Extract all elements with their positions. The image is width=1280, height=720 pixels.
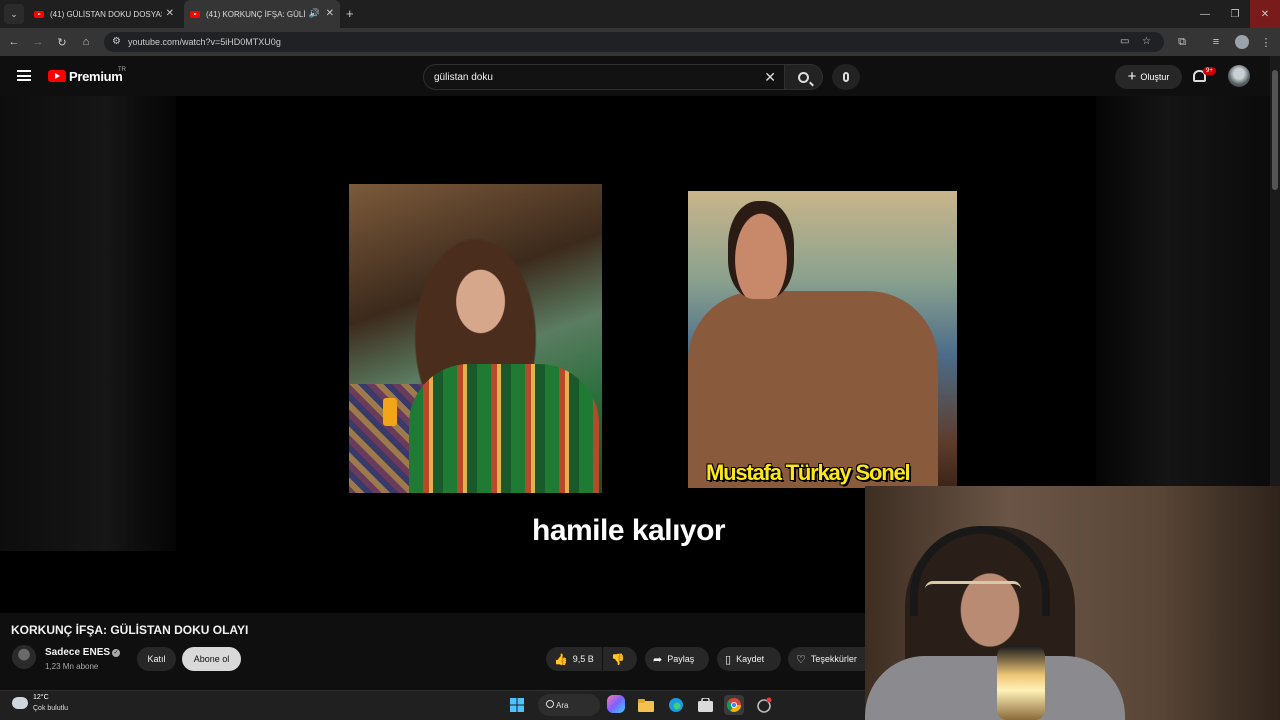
- heart-dollar-icon: ♡: [796, 653, 806, 666]
- voice-search-button[interactable]: [832, 64, 860, 90]
- scrollbar-thumb[interactable]: [1272, 70, 1278, 190]
- microphone-lamp: [997, 646, 1045, 720]
- menu-dots-icon[interactable]: ⋮: [1258, 34, 1274, 50]
- weather-temperature[interactable]: 12°C: [33, 694, 49, 701]
- youtube-logo-icon[interactable]: [48, 70, 66, 82]
- photo-name-caption: Mustafa Türkay Sonel: [706, 460, 911, 485]
- share-arrow-icon: ➦: [653, 653, 663, 666]
- man-head: [728, 201, 794, 299]
- account-avatar[interactable]: [1228, 65, 1250, 87]
- browser-tab-1[interactable]: (41) GÜLİSTAN DOKU DOSYASI ✕: [28, 0, 180, 28]
- restore-button[interactable]: ❐: [1220, 0, 1250, 28]
- join-button[interactable]: Katıl: [137, 647, 176, 671]
- close-tab-icon[interactable]: ✕: [166, 8, 174, 19]
- thanks-button[interactable]: ♡ Teşekkürler: [788, 647, 865, 671]
- thumbs-up-icon: 👍: [554, 653, 568, 666]
- create-label: Oluştur: [1140, 72, 1170, 82]
- woman-photo: [349, 184, 602, 493]
- cast-icon[interactable]: ▭: [1120, 36, 1129, 47]
- save-button[interactable]: ▯ Kaydet: [717, 647, 781, 671]
- video-subtitle: hamile kalıyor: [532, 514, 726, 547]
- reload-icon[interactable]: ↻: [54, 34, 70, 50]
- thanks-label: Teşekkürler: [810, 654, 857, 664]
- clear-search-icon[interactable]: ✕: [764, 69, 776, 86]
- reading-list-icon[interactable]: ≡: [1208, 34, 1224, 50]
- hamburger-menu-icon[interactable]: [17, 70, 31, 81]
- file-explorer-icon[interactable]: [636, 695, 656, 715]
- search-input-value[interactable]: gülistan doku: [434, 72, 493, 83]
- cloudy-weather-icon[interactable]: [12, 697, 28, 709]
- grey-shirt: [865, 656, 1125, 720]
- patterned-sweater: [409, 364, 599, 493]
- search-icon: [798, 71, 809, 83]
- juice-glass: [383, 398, 397, 426]
- taskbar-search[interactable]: Ara: [538, 694, 600, 716]
- notification-badge: 9+: [1203, 67, 1216, 75]
- verified-check-icon: ✓: [112, 649, 120, 657]
- close-window-button[interactable]: ✕: [1250, 0, 1280, 28]
- subscribe-button[interactable]: Abone ol: [182, 647, 241, 671]
- app-with-notification-icon[interactable]: [754, 695, 774, 715]
- save-label: Kaydet: [736, 654, 765, 664]
- youtube-favicon-icon: [34, 10, 44, 18]
- copilot-icon[interactable]: [607, 695, 625, 713]
- subscriber-count: 1,23 Mn abone: [45, 662, 99, 671]
- microphone-icon: [843, 72, 849, 82]
- webcam-overlay: [865, 486, 1280, 720]
- video-title: KORKUNÇ İFŞA: GÜLİSTAN DOKU OLAYI: [11, 623, 249, 637]
- youtube-header: Premium TR gülistan doku ✕ + Oluştur 9+: [0, 56, 1270, 96]
- plus-icon: +: [1127, 68, 1137, 85]
- speaker-icon[interactable]: 🔊: [309, 8, 320, 19]
- bookmark-icon: ▯: [725, 653, 732, 666]
- back-icon[interactable]: ←: [6, 34, 22, 50]
- chrome-icon[interactable]: [724, 695, 744, 715]
- new-tab-icon[interactable]: +: [346, 6, 354, 21]
- video-blurred-background-right: [1096, 96, 1270, 551]
- minimize-button[interactable]: —: [1190, 0, 1220, 28]
- home-icon[interactable]: ⌂: [78, 34, 94, 50]
- man-photo: [688, 191, 957, 488]
- tab-title: (41) KORKUNÇ İFŞA: GÜLİSTAN DOKU OLAYI: [206, 9, 306, 19]
- youtube-premium-logo[interactable]: Premium: [69, 69, 123, 84]
- video-blurred-background-left: [0, 96, 176, 551]
- channel-avatar[interactable]: [12, 645, 36, 669]
- extensions-icon[interactable]: ⧉: [1174, 34, 1190, 50]
- tab-title: (41) GÜLİSTAN DOKU DOSYASI: [50, 9, 162, 19]
- tab-search-icon[interactable]: ⌄: [4, 4, 24, 24]
- brown-tshirt: [688, 291, 938, 488]
- like-count: 9,5 B: [572, 654, 594, 664]
- share-label: Paylaş: [667, 654, 695, 664]
- search-button[interactable]: [785, 64, 823, 90]
- bookmark-star-icon[interactable]: ☆: [1142, 36, 1151, 47]
- profile-icon[interactable]: [1235, 35, 1249, 49]
- share-button[interactable]: ➦ Paylaş: [645, 647, 709, 671]
- dislike-button[interactable]: 👎: [603, 647, 637, 671]
- site-info-icon[interactable]: ⚙: [112, 36, 121, 47]
- url-bar[interactable]: ⚙ youtube.com/watch?v=5iHD0MTXU0g ▭ ☆: [104, 32, 1164, 52]
- weather-description[interactable]: Çok bulutlu: [33, 705, 68, 712]
- eyeglasses: [925, 581, 1021, 599]
- windows-start-icon[interactable]: [507, 695, 527, 715]
- thumbs-down-icon: 👎: [611, 653, 625, 666]
- youtube-favicon-icon: [190, 10, 200, 18]
- region-label: TR: [118, 67, 126, 73]
- browser-tab-2[interactable]: (41) KORKUNÇ İFŞA: GÜLİSTAN DOKU OLAYI 🔊…: [184, 0, 340, 28]
- forward-icon[interactable]: →: [30, 34, 46, 50]
- like-button[interactable]: 👍 9,5 B: [546, 647, 602, 671]
- microsoft-store-icon[interactable]: [695, 695, 715, 715]
- create-button[interactable]: + Oluştur: [1115, 65, 1182, 89]
- edge-browser-icon[interactable]: [666, 695, 686, 715]
- channel-name[interactable]: Sadece ENES: [45, 647, 110, 658]
- url-text[interactable]: youtube.com/watch?v=5iHD0MTXU0g: [128, 37, 281, 47]
- browser-tab-bar: ⌄ (41) GÜLİSTAN DOKU DOSYASI ✕ (41) KORK…: [0, 0, 1280, 28]
- close-tab-icon[interactable]: ✕: [326, 8, 334, 19]
- search-input[interactable]: gülistan doku ✕: [423, 64, 785, 90]
